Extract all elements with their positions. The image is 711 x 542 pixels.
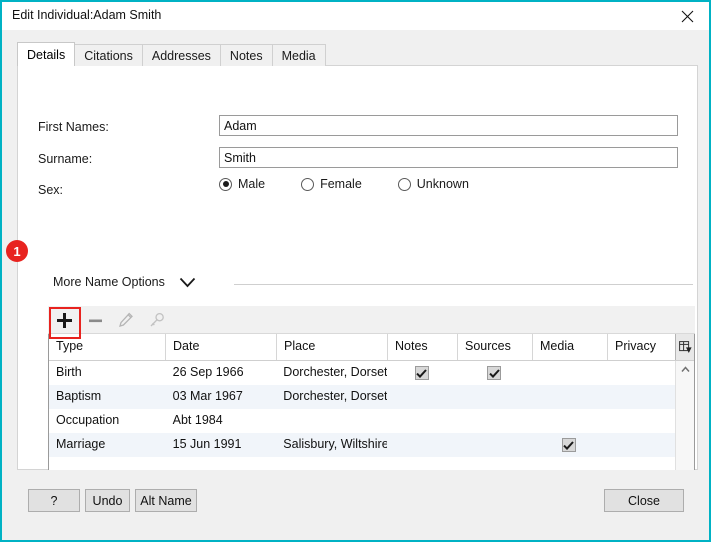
events-grid-header: Type Date Place Notes Sources Media Priv… xyxy=(49,334,694,361)
help-button[interactable]: ? xyxy=(28,489,80,512)
tab-citations[interactable]: Citations xyxy=(74,44,143,66)
chevron-down-icon xyxy=(179,277,196,287)
window-close-button[interactable] xyxy=(665,2,709,30)
cell-place: Dorchester, Dorset xyxy=(283,389,387,403)
remove-event-button[interactable] xyxy=(80,306,110,334)
notes-checked-icon xyxy=(414,366,429,380)
tab-citations-label: Citations xyxy=(84,48,133,63)
cell-type: Baptism xyxy=(56,389,102,403)
cell-sources xyxy=(457,385,532,409)
tab-addresses-label: Addresses xyxy=(151,48,211,63)
table-row[interactable]: Birth 26 Sep 1966 Dorchester, Dorset xyxy=(49,361,676,385)
media-checked-icon xyxy=(561,438,576,452)
tab-media-label: Media xyxy=(281,48,316,63)
cell-media xyxy=(531,361,606,385)
cell-date: 26 Sep 1966 xyxy=(172,365,244,379)
radio-unknown-icon xyxy=(397,177,411,191)
cell-media xyxy=(531,385,606,409)
cell-type: Birth xyxy=(56,365,82,379)
cell-notes xyxy=(387,433,457,457)
tab-media[interactable]: Media xyxy=(271,44,326,66)
cell-notes xyxy=(387,385,457,409)
undo-button[interactable]: Undo xyxy=(85,489,130,512)
table-row[interactable]: Occupation Abt 1984 xyxy=(49,409,676,433)
cell-sources xyxy=(457,433,532,457)
tab-notes[interactable]: Notes xyxy=(219,44,273,66)
more-name-options-toggle[interactable]: More Name Options xyxy=(53,275,196,289)
search-event-button[interactable] xyxy=(142,306,172,334)
cell-notes xyxy=(387,409,457,433)
tab-notes-label: Notes xyxy=(229,48,263,63)
name-section-divider xyxy=(234,284,693,285)
tab-details[interactable]: Details xyxy=(17,42,76,66)
cell-place: Dorchester, Dorset xyxy=(283,365,387,379)
more-name-options-label: More Name Options xyxy=(53,275,165,289)
cell-notes xyxy=(387,361,457,385)
sex-option-female-label: Female xyxy=(320,177,362,191)
table-row[interactable]: Baptism 03 Mar 1967 Dorchester, Dorset xyxy=(49,385,676,409)
sex-option-male[interactable]: Male xyxy=(219,177,265,191)
cell-media xyxy=(531,409,606,433)
dialog-footer: ? Undo Alt Name Close xyxy=(2,470,709,540)
column-header-date[interactable]: Date xyxy=(166,334,277,360)
add-event-button[interactable] xyxy=(49,306,79,334)
details-panel: First Names: Surname: Sex: Male Female U… xyxy=(17,65,698,498)
column-header-type[interactable]: Type xyxy=(49,334,166,360)
annotation-badge-1: 1 xyxy=(6,240,28,262)
column-header-place[interactable]: Place xyxy=(277,334,388,360)
scroll-up-button[interactable] xyxy=(676,361,694,378)
tab-addresses[interactable]: Addresses xyxy=(141,44,221,66)
radio-male-icon xyxy=(219,177,232,191)
minus-icon xyxy=(88,319,102,322)
window-title: Edit Individual:Adam Smith xyxy=(12,8,162,22)
sex-radio-group: Male Female Unknown xyxy=(219,177,469,191)
close-button[interactable]: Close xyxy=(604,489,684,512)
plus-icon xyxy=(56,312,72,328)
cell-place: Salisbury, Wiltshire xyxy=(283,437,387,451)
tab-details-label: Details xyxy=(27,47,66,62)
edit-event-button[interactable] xyxy=(111,306,141,334)
sex-option-unknown-label: Unknown xyxy=(416,177,469,191)
first-names-input[interactable] xyxy=(219,115,678,136)
event-toolbar xyxy=(48,306,695,334)
cell-sources xyxy=(457,361,532,385)
cell-privacy xyxy=(606,361,676,385)
cell-media xyxy=(531,433,606,457)
column-picker-button[interactable] xyxy=(675,334,694,360)
sex-option-female[interactable]: Female xyxy=(301,177,362,191)
cell-privacy xyxy=(606,433,676,457)
first-names-label: First Names: xyxy=(38,120,109,134)
tab-strip: Details Citations Addresses Notes Media xyxy=(17,42,326,66)
cell-place xyxy=(276,409,387,433)
key-icon xyxy=(150,312,164,327)
column-header-notes[interactable]: Notes xyxy=(388,334,458,360)
cell-type: Marriage xyxy=(56,437,106,451)
cell-privacy xyxy=(606,385,676,409)
edit-individual-dialog: Edit Individual:Adam Smith Details Citat… xyxy=(0,0,711,542)
surname-label: Surname: xyxy=(38,152,93,166)
alt-name-button[interactable]: Alt Name xyxy=(135,489,197,512)
sex-option-male-label: Male xyxy=(238,177,266,191)
sex-option-unknown[interactable]: Unknown xyxy=(397,177,469,191)
cell-date: Abt 1984 xyxy=(172,413,223,427)
title-bar: Edit Individual:Adam Smith xyxy=(2,2,709,30)
column-header-media[interactable]: Media xyxy=(533,334,608,360)
radio-female-icon xyxy=(301,177,315,191)
close-icon xyxy=(681,10,693,22)
column-header-sources[interactable]: Sources xyxy=(458,334,533,360)
sex-label: Sex: xyxy=(38,183,64,197)
scroll-up-icon xyxy=(680,366,690,372)
column-header-privacy[interactable]: Privacy xyxy=(608,334,678,360)
cell-sources xyxy=(457,409,532,433)
table-row[interactable]: Marriage 15 Jun 1991 Salisbury, Wiltshir… xyxy=(49,433,676,457)
surname-input[interactable] xyxy=(219,147,678,168)
cell-privacy xyxy=(606,409,676,433)
column-picker-icon xyxy=(678,340,692,353)
pencil-icon xyxy=(119,312,133,327)
cell-type: Occupation xyxy=(56,413,120,427)
cell-date: 15 Jun 1991 xyxy=(172,437,242,451)
cell-date: 03 Mar 1967 xyxy=(172,389,243,403)
sources-checked-icon xyxy=(487,366,502,380)
